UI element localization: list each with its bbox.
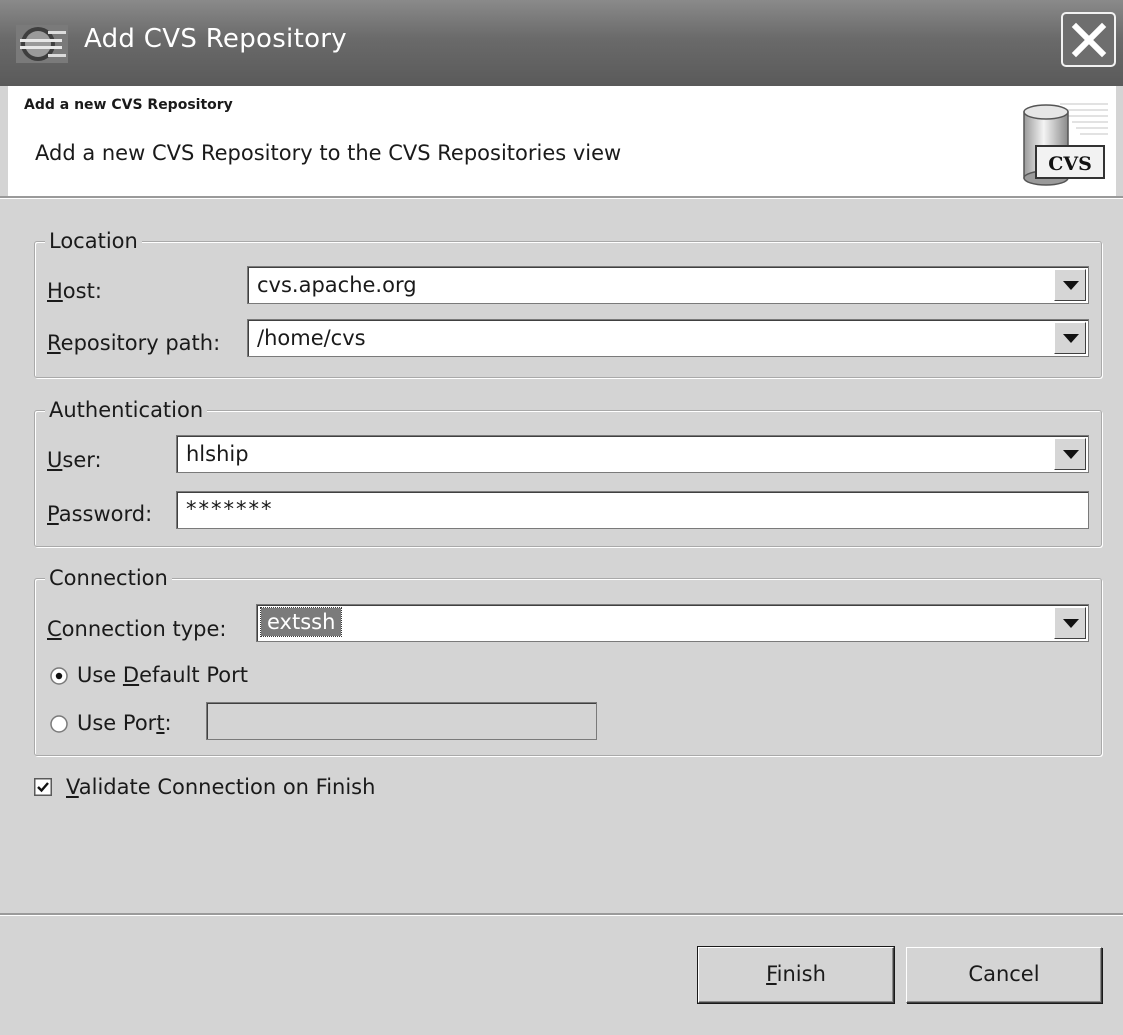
use-port-radio[interactable] [50, 715, 68, 733]
connection-type-value: extssh [259, 607, 343, 637]
user-value: hlship [186, 442, 249, 466]
repository-path-value: /home/cvs [257, 326, 366, 350]
close-icon [1071, 22, 1107, 58]
location-legend: Location [45, 227, 142, 255]
cvs-repository-icon: CVS [1023, 103, 1108, 186]
wizard-banner: Add a new CVS Repository Add a new CVS R… [8, 86, 1116, 197]
title-bar[interactable]: Add CVS Repository [0, 0, 1123, 86]
chevron-down-icon [1063, 281, 1079, 290]
window-title: Add CVS Repository [84, 24, 347, 54]
host-combo[interactable]: cvs.apache.org [247, 266, 1089, 304]
chevron-down-icon [1063, 450, 1079, 459]
add-cvs-repository-dialog: Add CVS Repository Add a new CVS Reposit… [0, 0, 1123, 1035]
validate-connection-checkbox[interactable] [34, 778, 52, 796]
repository-path-label: Repository path: [47, 331, 221, 355]
use-port-label[interactable]: Use Port: [77, 709, 172, 737]
chevron-down-icon [1063, 619, 1079, 628]
eclipse-app-icon [16, 25, 68, 63]
banner-title: Add a new CVS Repository [24, 97, 233, 113]
authentication-legend: Authentication [45, 396, 208, 424]
host-value: cvs.apache.org [257, 273, 417, 297]
connection-type-combo[interactable]: extssh [256, 604, 1089, 642]
host-label: Host: [47, 279, 102, 303]
user-combo[interactable]: hlship [176, 435, 1089, 473]
host-dropdown-button[interactable] [1054, 269, 1086, 301]
user-label: User: [47, 448, 102, 472]
validate-connection-label[interactable]: Validate Connection on Finish [66, 773, 375, 801]
banner-separator-highlight [0, 198, 1123, 199]
connection-legend: Connection [45, 564, 172, 592]
close-button[interactable] [1061, 12, 1116, 67]
use-default-port-label[interactable]: Use Default Port [77, 661, 248, 689]
finish-button[interactable]: Finish [697, 946, 895, 1004]
connection-type-dropdown-button[interactable] [1054, 607, 1086, 639]
svg-text:CVS: CVS [1048, 153, 1092, 175]
chevron-down-icon [1063, 334, 1079, 343]
repository-path-dropdown-button[interactable] [1054, 322, 1086, 354]
cancel-button[interactable]: Cancel [906, 947, 1102, 1003]
user-dropdown-button[interactable] [1054, 438, 1086, 470]
repository-path-combo[interactable]: /home/cvs [247, 319, 1089, 357]
banner-description: Add a new CVS Repository to the CVS Repo… [35, 141, 622, 165]
port-field[interactable] [206, 702, 597, 740]
use-default-port-radio[interactable] [50, 667, 68, 685]
location-group: Location [34, 227, 1102, 378]
connection-type-label: Connection type: [47, 617, 227, 641]
password-field[interactable]: ******* [176, 491, 1089, 529]
password-value: ******* [186, 497, 274, 521]
footer-separator-highlight [0, 915, 1123, 916]
password-label: Password: [47, 502, 153, 526]
